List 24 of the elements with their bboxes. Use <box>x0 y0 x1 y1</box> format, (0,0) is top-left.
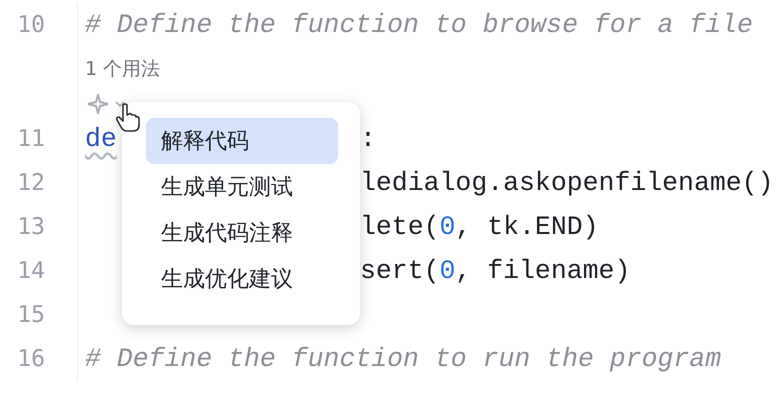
code-text: lete( <box>360 212 440 242</box>
code-comment: # Define the function to browse for a file <box>85 10 753 40</box>
code-text: , tk.END) <box>455 212 599 242</box>
code-text: ledialog.askopenfilename() <box>360 168 774 198</box>
code-text: , filename) <box>455 256 630 286</box>
line-number: 15 <box>17 302 45 328</box>
line-number: 10 <box>17 12 45 38</box>
code-text: 0 <box>440 256 456 286</box>
code-text: de <box>85 124 117 154</box>
code-text: sert( <box>360 256 440 286</box>
line-number: 11 <box>17 126 45 152</box>
menu-item[interactable]: 生成单元测试 <box>146 164 338 210</box>
line-number: 14 <box>17 258 45 284</box>
code-text: 0 <box>440 212 456 242</box>
menu-item[interactable]: 生成代码注释 <box>146 210 338 256</box>
code-text: : <box>360 124 376 154</box>
line-number: 16 <box>17 346 45 372</box>
line-number: 12 <box>17 170 45 196</box>
chevron-icon[interactable] <box>115 100 125 108</box>
usage-hint[interactable]: 1 个用法 <box>85 56 160 82</box>
menu-item[interactable]: 解释代码 <box>146 118 338 164</box>
menu-item[interactable]: 生成优化建议 <box>146 256 338 302</box>
code-comment: # Define the function to run the program <box>85 344 722 374</box>
line-number: 13 <box>17 214 45 240</box>
